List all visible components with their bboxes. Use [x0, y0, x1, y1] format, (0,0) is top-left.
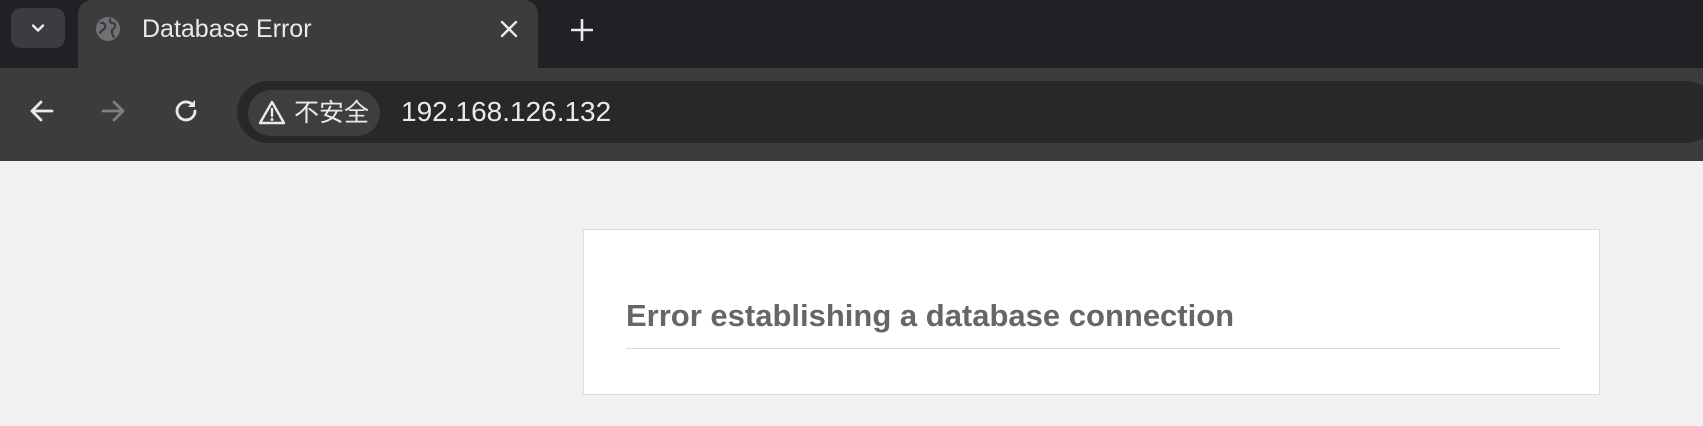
plus-icon	[571, 19, 593, 41]
reload-icon	[172, 97, 200, 125]
warning-triangle-icon	[258, 99, 286, 127]
security-label: 不安全	[294, 99, 370, 127]
site-security-chip[interactable]: 不安全	[248, 90, 380, 136]
forward-button[interactable]	[96, 94, 130, 128]
active-tab[interactable]: Database Error	[78, 0, 538, 68]
error-heading: Error establishing a database connection	[626, 298, 1235, 333]
back-arrow-icon	[28, 97, 56, 125]
back-button[interactable]	[25, 94, 59, 128]
chevron-down-icon	[28, 18, 48, 38]
tab-title: Database Error	[142, 15, 312, 43]
forward-arrow-icon	[99, 97, 127, 125]
url-text[interactable]: 192.168.126.132	[401, 95, 611, 129]
close-icon[interactable]	[496, 16, 522, 42]
address-bar[interactable]: 不安全 192.168.126.132	[237, 81, 1703, 143]
new-tab-button[interactable]	[566, 14, 598, 46]
globe-icon	[95, 16, 121, 42]
tab-search-button[interactable]	[11, 8, 65, 48]
error-card: Error establishing a database connection	[583, 229, 1600, 395]
heading-divider	[626, 348, 1560, 349]
tab-strip: Database Error	[0, 0, 1703, 68]
reload-button[interactable]	[169, 94, 203, 128]
browser-toolbar: 不安全 192.168.126.132	[0, 68, 1703, 161]
